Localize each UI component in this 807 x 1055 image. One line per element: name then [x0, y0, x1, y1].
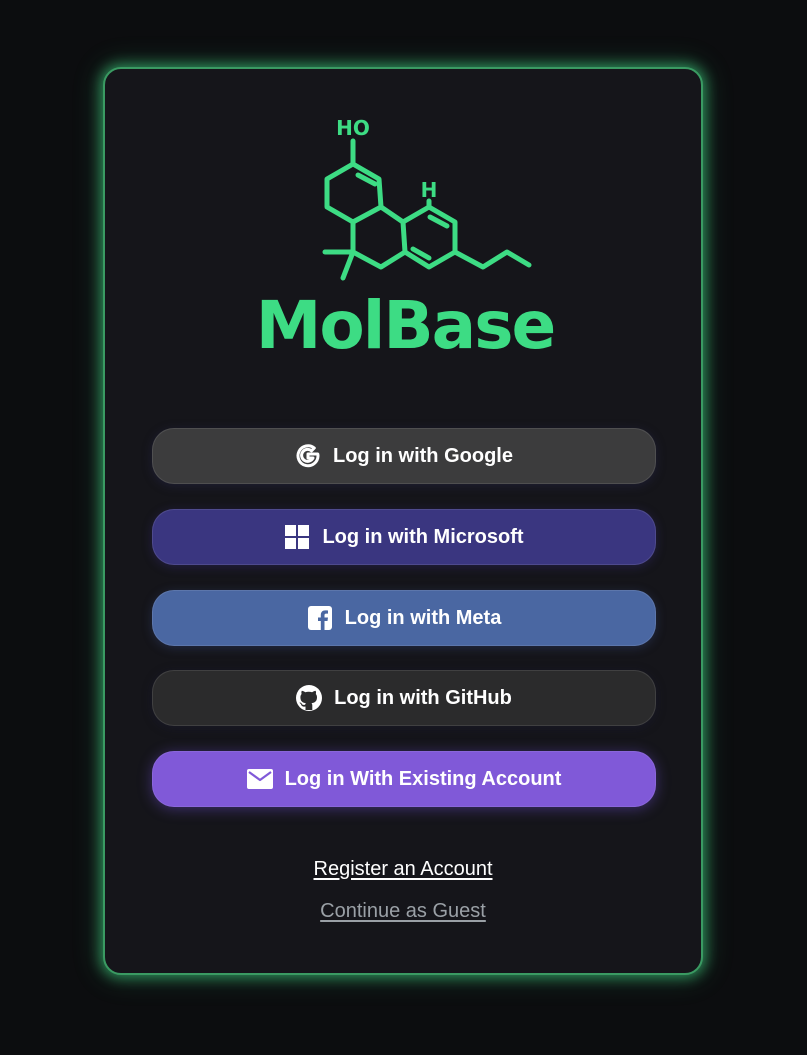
hydroxyl-label: HO [336, 116, 370, 140]
facebook-icon [307, 605, 333, 631]
google-icon [295, 443, 321, 469]
microsoft-login-button[interactable]: Log in with Microsoft [152, 509, 656, 565]
existing-account-login-label: Log in With Existing Account [284, 767, 562, 790]
guest-link[interactable]: Continue as Guest [105, 900, 701, 923]
existing-account-login-button[interactable]: Log in With Existing Account [152, 751, 656, 807]
brand-name: MolBase [255, 287, 557, 364]
google-login-button[interactable]: Log in with Google [152, 428, 656, 484]
github-login-label: Log in with GitHub [334, 686, 512, 709]
github-icon [296, 685, 323, 711]
login-card: HO H MolBase Log in with Google Log in w… [103, 67, 703, 975]
microsoft-icon [284, 524, 310, 550]
google-login-label: Log in with Google [333, 444, 513, 467]
hydrogen-label: H [421, 178, 438, 202]
meta-login-label: Log in with Meta [344, 606, 502, 629]
register-link[interactable]: Register an Account [105, 858, 701, 881]
github-login-button[interactable]: Log in with GitHub [152, 670, 656, 726]
molecule-icon: HO H [322, 116, 532, 281]
microsoft-login-label: Log in with Microsoft [322, 525, 524, 548]
mail-icon [246, 766, 273, 792]
meta-login-button[interactable]: Log in with Meta [152, 590, 656, 646]
molbase-logo: HO H MolBase [255, 111, 557, 364]
